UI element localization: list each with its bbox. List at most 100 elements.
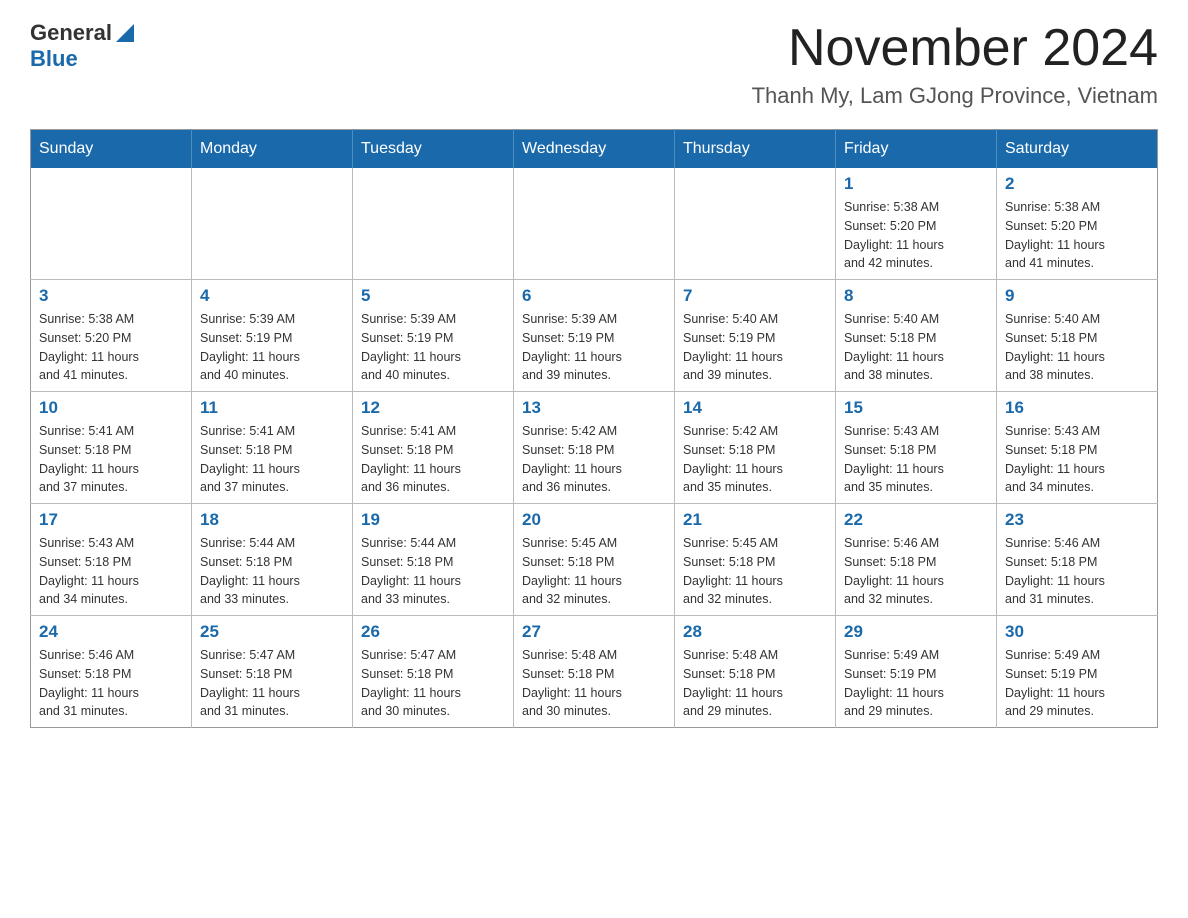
day-number: 8 — [844, 286, 988, 306]
day-info: Sunrise: 5:49 AM Sunset: 5:19 PM Dayligh… — [1005, 646, 1149, 721]
day-info: Sunrise: 5:43 AM Sunset: 5:18 PM Dayligh… — [39, 534, 183, 609]
calendar-cell: 7 Sunrise: 5:40 AM Sunset: 5:19 PM Daylig… — [675, 280, 836, 392]
day-info: Sunrise: 5:41 AM Sunset: 5:18 PM Dayligh… — [361, 422, 505, 497]
day-number: 22 — [844, 510, 988, 530]
col-header-tuesday: Tuesday — [353, 130, 514, 169]
calendar-cell: 26Sunrise: 5:47 AM Sunset: 5:18 PM Dayli… — [353, 616, 514, 728]
day-info: Sunrise: 5:41 AM Sunset: 5:18 PM Dayligh… — [39, 422, 183, 497]
calendar-cell — [353, 168, 514, 280]
logo-general-text: General — [30, 20, 112, 46]
calendar-table: SundayMondayTuesdayWednesdayThursdayFrid… — [30, 129, 1158, 728]
day-number: 6 — [522, 286, 666, 306]
calendar-cell: 24 Sunrise: 5:46 AM Sunset: 5:18 PM Dayli… — [31, 616, 192, 728]
day-info: Sunrise: 5:44 AM Sunset: 5:18 PM Dayligh… — [361, 534, 505, 609]
day-info: Sunrise: 5:39 AM Sunset: 5:19 PM Dayligh… — [200, 310, 344, 385]
day-number: 17 — [39, 510, 183, 530]
day-info: Sunrise: 5:43 AM Sunset: 5:18 PM Dayligh… — [1005, 422, 1149, 497]
day-number: 20 — [522, 510, 666, 530]
day-info: Sunrise: 5:40 AM Sunset: 5:18 PM Dayligh… — [844, 310, 988, 385]
day-number: 7 — [683, 286, 827, 306]
day-info: Sunrise: 5:39 AM Sunset: 5:19 PM Dayligh… — [522, 310, 666, 385]
day-info: Sunrise: 5:38 AM Sunset: 5:20 PM Dayligh… — [1005, 198, 1149, 273]
day-number: 23 — [1005, 510, 1149, 530]
calendar-cell: 10 Sunrise: 5:41 AM Sunset: 5:18 PM Dayli… — [31, 392, 192, 504]
day-number: 21 — [683, 510, 827, 530]
col-header-saturday: Saturday — [997, 130, 1158, 169]
day-info: Sunrise: 5:45 AM Sunset: 5:18 PM Dayligh… — [683, 534, 827, 609]
calendar-cell: 9 Sunrise: 5:40 AM Sunset: 5:18 PM Daylig… — [997, 280, 1158, 392]
day-number: 26 — [361, 622, 505, 642]
logo: General Blue — [30, 20, 134, 72]
col-header-wednesday: Wednesday — [514, 130, 675, 169]
day-info: Sunrise: 5:42 AM Sunset: 5:18 PM Dayligh… — [522, 422, 666, 497]
day-number: 25 — [200, 622, 344, 642]
page-header: General Blue November 2024 Thanh My, Lam… — [30, 20, 1158, 109]
logo-triangle-icon — [116, 24, 134, 42]
week-row-1: 1Sunrise: 5:38 AM Sunset: 5:20 PM Daylig… — [31, 168, 1158, 280]
week-row-2: 3 Sunrise: 5:38 AM Sunset: 5:20 PM Daylig… — [31, 280, 1158, 392]
logo-blue-text: Blue — [30, 46, 78, 72]
day-info: Sunrise: 5:40 AM Sunset: 5:18 PM Dayligh… — [1005, 310, 1149, 385]
day-info: Sunrise: 5:39 AM Sunset: 5:19 PM Dayligh… — [361, 310, 505, 385]
page-subtitle: Thanh My, Lam GJong Province, Vietnam — [752, 83, 1158, 109]
title-area: November 2024 Thanh My, Lam GJong Provin… — [752, 20, 1158, 109]
calendar-cell: 14 Sunrise: 5:42 AM Sunset: 5:18 PM Dayli… — [675, 392, 836, 504]
calendar-cell — [675, 168, 836, 280]
day-number: 28 — [683, 622, 827, 642]
day-info: Sunrise: 5:45 AM Sunset: 5:18 PM Dayligh… — [522, 534, 666, 609]
calendar-cell: 19 Sunrise: 5:44 AM Sunset: 5:18 PM Dayli… — [353, 504, 514, 616]
week-row-4: 17 Sunrise: 5:43 AM Sunset: 5:18 PM Dayli… — [31, 504, 1158, 616]
day-number: 11 — [200, 398, 344, 418]
day-number: 29 — [844, 622, 988, 642]
calendar-cell: 4 Sunrise: 5:39 AM Sunset: 5:19 PM Daylig… — [192, 280, 353, 392]
day-number: 19 — [361, 510, 505, 530]
calendar-cell: 13Sunrise: 5:42 AM Sunset: 5:18 PM Dayli… — [514, 392, 675, 504]
calendar-cell: 18Sunrise: 5:44 AM Sunset: 5:18 PM Dayli… — [192, 504, 353, 616]
day-number: 2 — [1005, 174, 1149, 194]
calendar-cell — [514, 168, 675, 280]
day-number: 10 — [39, 398, 183, 418]
day-info: Sunrise: 5:48 AM Sunset: 5:18 PM Dayligh… — [522, 646, 666, 721]
day-info: Sunrise: 5:46 AM Sunset: 5:18 PM Dayligh… — [844, 534, 988, 609]
calendar-cell: 3 Sunrise: 5:38 AM Sunset: 5:20 PM Daylig… — [31, 280, 192, 392]
week-row-5: 24 Sunrise: 5:46 AM Sunset: 5:18 PM Dayli… — [31, 616, 1158, 728]
day-info: Sunrise: 5:48 AM Sunset: 5:18 PM Dayligh… — [683, 646, 827, 721]
calendar-cell: 21 Sunrise: 5:45 AM Sunset: 5:18 PM Dayli… — [675, 504, 836, 616]
calendar-cell: 12 Sunrise: 5:41 AM Sunset: 5:18 PM Dayli… — [353, 392, 514, 504]
calendar-cell: 28 Sunrise: 5:48 AM Sunset: 5:18 PM Dayli… — [675, 616, 836, 728]
calendar-cell: 2 Sunrise: 5:38 AM Sunset: 5:20 PM Daylig… — [997, 168, 1158, 280]
day-info: Sunrise: 5:46 AM Sunset: 5:18 PM Dayligh… — [39, 646, 183, 721]
day-number: 14 — [683, 398, 827, 418]
calendar-cell: 5 Sunrise: 5:39 AM Sunset: 5:19 PM Daylig… — [353, 280, 514, 392]
col-header-monday: Monday — [192, 130, 353, 169]
day-info: Sunrise: 5:40 AM Sunset: 5:19 PM Dayligh… — [683, 310, 827, 385]
calendar-cell: 23Sunrise: 5:46 AM Sunset: 5:18 PM Dayli… — [997, 504, 1158, 616]
day-info: Sunrise: 5:43 AM Sunset: 5:18 PM Dayligh… — [844, 422, 988, 497]
week-row-3: 10 Sunrise: 5:41 AM Sunset: 5:18 PM Dayli… — [31, 392, 1158, 504]
day-number: 3 — [39, 286, 183, 306]
col-header-sunday: Sunday — [31, 130, 192, 169]
calendar-cell: 29 Sunrise: 5:49 AM Sunset: 5:19 PM Dayli… — [836, 616, 997, 728]
day-info: Sunrise: 5:38 AM Sunset: 5:20 PM Dayligh… — [39, 310, 183, 385]
calendar-cell: 8 Sunrise: 5:40 AM Sunset: 5:18 PM Daylig… — [836, 280, 997, 392]
calendar-cell: 30 Sunrise: 5:49 AM Sunset: 5:19 PM Dayli… — [997, 616, 1158, 728]
day-number: 9 — [1005, 286, 1149, 306]
calendar-cell: 1Sunrise: 5:38 AM Sunset: 5:20 PM Daylig… — [836, 168, 997, 280]
day-number: 24 — [39, 622, 183, 642]
calendar-cell: 17 Sunrise: 5:43 AM Sunset: 5:18 PM Dayli… — [31, 504, 192, 616]
day-number: 12 — [361, 398, 505, 418]
day-info: Sunrise: 5:38 AM Sunset: 5:20 PM Dayligh… — [844, 198, 988, 273]
calendar-cell — [192, 168, 353, 280]
calendar-cell: 20 Sunrise: 5:45 AM Sunset: 5:18 PM Dayli… — [514, 504, 675, 616]
day-number: 4 — [200, 286, 344, 306]
day-info: Sunrise: 5:44 AM Sunset: 5:18 PM Dayligh… — [200, 534, 344, 609]
calendar-header-row: SundayMondayTuesdayWednesdayThursdayFrid… — [31, 130, 1158, 169]
day-info: Sunrise: 5:49 AM Sunset: 5:19 PM Dayligh… — [844, 646, 988, 721]
day-info: Sunrise: 5:47 AM Sunset: 5:18 PM Dayligh… — [200, 646, 344, 721]
calendar-cell: 6 Sunrise: 5:39 AM Sunset: 5:19 PM Daylig… — [514, 280, 675, 392]
day-info: Sunrise: 5:42 AM Sunset: 5:18 PM Dayligh… — [683, 422, 827, 497]
day-number: 30 — [1005, 622, 1149, 642]
day-number: 27 — [522, 622, 666, 642]
day-number: 5 — [361, 286, 505, 306]
calendar-cell: 22 Sunrise: 5:46 AM Sunset: 5:18 PM Dayli… — [836, 504, 997, 616]
